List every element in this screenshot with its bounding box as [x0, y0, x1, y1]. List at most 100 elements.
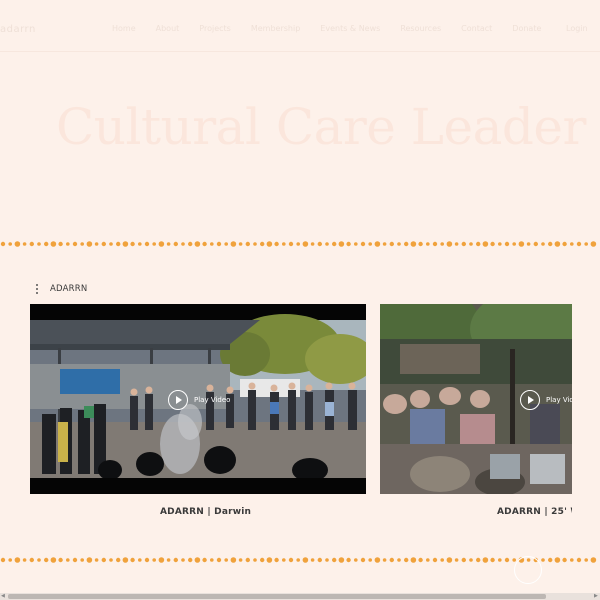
divider-dot: [368, 558, 373, 562]
login-link[interactable]: Login: [566, 24, 588, 33]
divider-dot: [576, 241, 582, 247]
divider-dot: [410, 241, 417, 247]
divider-dot: [374, 557, 381, 563]
divider-dot: [122, 557, 129, 563]
divider-dot: [66, 242, 70, 246]
divider-dot: [432, 557, 438, 563]
horizontal-scrollbar[interactable]: ◀ ▶: [0, 593, 600, 600]
divider-dot: [504, 557, 510, 563]
divider-dot: [570, 558, 574, 562]
divider-dot: [317, 557, 322, 563]
divider-dot: [210, 242, 214, 246]
divider-dot: [94, 242, 99, 246]
divider-dot: [288, 557, 294, 563]
divider-dot: [86, 241, 93, 247]
play-icon: [520, 390, 540, 410]
play-video-button-2[interactable]: Play Video: [520, 390, 572, 410]
divider-dot: [188, 241, 193, 247]
divider-dot: [332, 241, 337, 247]
nav-item-about[interactable]: About: [156, 24, 180, 33]
nav-item-projects[interactable]: Projects: [199, 24, 231, 33]
divider-dot: [554, 557, 561, 563]
play-video-button[interactable]: Play Video: [168, 390, 230, 410]
video-caption-25-wo[interactable]: ADARRN | 25' Wo: [497, 507, 572, 517]
divider-dot: [50, 557, 57, 563]
divider-dot: [469, 558, 473, 562]
divider-dot: [0, 557, 6, 563]
divider-dot: [302, 557, 309, 563]
video-thumbnail-darwin[interactable]: Play Video: [30, 304, 366, 494]
scroll-left-arrow-icon[interactable]: ◀: [1, 594, 6, 599]
divider-dot: [332, 557, 337, 563]
divider-dot: [584, 242, 588, 246]
divider-dot: [446, 557, 453, 563]
divider-dot: [374, 241, 381, 247]
divider-dot: [562, 557, 567, 563]
divider-dot: [562, 241, 567, 247]
divider-dot: [194, 241, 201, 247]
divider-dot: [570, 242, 574, 246]
divider-dot: [138, 242, 142, 246]
divider-dot: [440, 242, 445, 246]
divider-dot: [230, 241, 237, 247]
divider-dot: [253, 558, 257, 562]
divider-dot: [404, 241, 409, 247]
divider-dot: [389, 241, 394, 247]
divider-dot: [101, 241, 107, 247]
divider-dot: [72, 241, 78, 247]
divider-dot: [253, 242, 257, 246]
divider-dot: [29, 241, 34, 247]
divider-dot: [382, 558, 387, 562]
video-thumbnail-25-wo[interactable]: Play Video: [380, 304, 572, 494]
divider-dot: [22, 242, 27, 246]
divider-dot: [216, 241, 222, 247]
divider-dot: [554, 241, 561, 247]
divider-dot: [260, 557, 265, 563]
play-icon: [168, 390, 188, 410]
divider-dot: [274, 241, 279, 247]
divider-dot: [144, 557, 150, 563]
divider-dot: [181, 242, 185, 246]
divider-dot: [368, 242, 373, 246]
divider-dot: [498, 242, 502, 246]
nav-item-donate[interactable]: Donate: [512, 24, 541, 33]
divider-dot: [8, 242, 12, 246]
nav-item-contact[interactable]: Contact: [461, 24, 492, 33]
divider-dot: [29, 557, 34, 563]
scroll-right-arrow-icon[interactable]: ▶: [594, 594, 599, 599]
divider-dot: [224, 242, 228, 246]
nav-item-home[interactable]: Home: [112, 24, 136, 33]
divider-dot: [325, 242, 329, 246]
divider-dot: [590, 241, 597, 247]
video-caption-darwin[interactable]: ADARRN | Darwin: [160, 507, 251, 517]
nav-item-membership[interactable]: Membership: [251, 24, 300, 33]
divider-dot: [210, 558, 214, 562]
divider-dot: [101, 557, 107, 563]
divider-dot: [109, 558, 113, 562]
divider-dot: [461, 557, 466, 563]
divider-dot: [576, 557, 582, 563]
divider-dot: [194, 557, 201, 563]
divider-dot: [58, 557, 63, 563]
kebab-menu-icon[interactable]: [34, 284, 40, 294]
scroll-circle-button[interactable]: [514, 556, 542, 584]
divider-dot: [302, 241, 309, 247]
divider-dot: [166, 558, 171, 562]
dotted-divider-bottom: [0, 555, 600, 565]
divider-dot: [22, 558, 27, 562]
scrollbar-thumb[interactable]: [8, 594, 546, 599]
nav-item-resources[interactable]: Resources: [400, 24, 441, 33]
divider-dot: [317, 241, 322, 247]
site-logo[interactable]: adarrn: [0, 24, 36, 35]
divider-dot: [360, 241, 366, 247]
divider-dot: [389, 557, 394, 563]
divider-dot: [426, 242, 430, 246]
divider-dot: [426, 558, 430, 562]
divider-dot: [338, 557, 345, 563]
nav-item-events[interactable]: Events & News: [320, 24, 380, 33]
divider-dot: [202, 557, 207, 563]
divider-dot: [469, 242, 473, 246]
site-header: adarrn Home About Projects Membership Ev…: [0, 0, 600, 52]
divider-dot: [72, 557, 78, 563]
playlist-header: ADARRN: [34, 284, 87, 294]
